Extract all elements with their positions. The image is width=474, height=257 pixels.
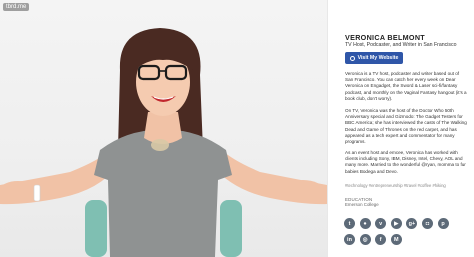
- social-links-row-1: t ● v ▶ g+ ◘ p: [344, 218, 468, 229]
- profile-panel: VERONICA BELMONT TV Host, Podcaster, and…: [327, 0, 474, 257]
- medium-icon[interactable]: M: [390, 234, 402, 245]
- pinterest-icon[interactable]: p: [437, 218, 449, 229]
- portrait-illustration: [0, 28, 327, 257]
- flickr-icon[interactable]: ●: [359, 218, 371, 229]
- visit-website-label: Visit My Website: [357, 55, 399, 61]
- vimeo-icon[interactable]: v: [375, 218, 387, 229]
- education-value: Emerson College: [345, 202, 379, 207]
- profile-tagline: TV Host, Podcaster, and Writer in San Fr…: [345, 42, 457, 48]
- bio-paragraph-1: Veronica is a TV host, podcaster and wri…: [345, 71, 467, 101]
- globe-icon: [349, 55, 355, 61]
- visit-website-button[interactable]: Visit My Website: [345, 52, 403, 64]
- social-links-row-2: in ◎ f M: [344, 234, 468, 245]
- instagram-icon[interactable]: ◘: [421, 218, 433, 229]
- profile-photo: tbrd.me: [0, 0, 327, 257]
- google-plus-icon[interactable]: g+: [406, 218, 418, 229]
- interest-tags[interactable]: #technology #entrepreneurship #travel #c…: [345, 183, 470, 188]
- bio-paragraph-2: On TV, Veronica was the host of the Doct…: [345, 108, 467, 145]
- profile-page: tbrd.me VERONICA BELMONT TV Host, Podcas…: [0, 0, 474, 257]
- linkedin-icon[interactable]: in: [344, 234, 355, 245]
- dribbble-icon[interactable]: ◎: [359, 234, 371, 245]
- watermark-label: tbrd.me: [3, 3, 30, 11]
- twitter-icon[interactable]: t: [344, 218, 355, 229]
- facebook-icon[interactable]: f: [375, 234, 387, 245]
- bio-paragraph-3: As an event host and emcee, Veronica has…: [345, 150, 466, 174]
- youtube-icon[interactable]: ▶: [390, 218, 402, 229]
- profile-name: VERONICA BELMONT: [345, 33, 426, 42]
